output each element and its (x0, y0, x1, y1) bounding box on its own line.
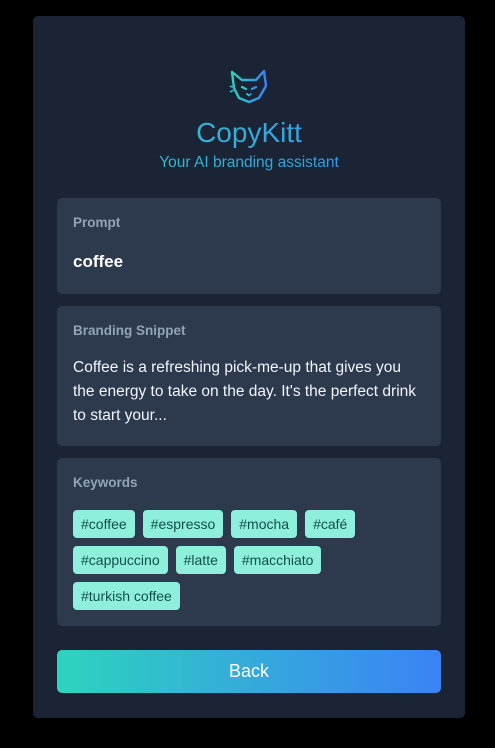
app-title: CopyKitt (33, 116, 465, 150)
keyword-tag[interactable]: #macchiato (233, 546, 322, 574)
keyword-tag[interactable]: #mocha (231, 510, 298, 538)
keyword-tag[interactable]: #espresso (142, 510, 224, 538)
keywords-label: Keywords (73, 475, 138, 490)
back-button[interactable]: Back (57, 650, 441, 693)
keyword-tag[interactable]: #latte (175, 546, 226, 574)
branding-snippet-text: Coffee is a refreshing pick-me-up that g… (73, 359, 417, 424)
cat-head-icon (229, 69, 268, 104)
keywords-panel: Keywords #coffee #espresso #mocha #café … (57, 458, 441, 626)
keyword-tag[interactable]: #coffee (73, 510, 135, 538)
branding-snippet-panel: Branding Snippet Coffee is a refreshing … (57, 306, 441, 446)
logo (33, 68, 465, 104)
branding-snippet-label: Branding Snippet (73, 323, 186, 338)
keyword-tag[interactable]: #café (305, 510, 356, 538)
prompt-value: coffee (73, 252, 124, 271)
prompt-label: Prompt (73, 215, 121, 230)
keyword-tag[interactable]: #turkish coffee (73, 582, 180, 610)
app-subtitle: Your AI branding assistant (33, 153, 465, 173)
keyword-list: #coffee #espresso #mocha #café #cappucci… (73, 510, 425, 610)
prompt-panel: Prompt coffee (57, 198, 441, 294)
keyword-tag[interactable]: #cappuccino (73, 546, 168, 574)
app-card: CopyKitt Your AI branding assistant Prom… (33, 16, 465, 718)
